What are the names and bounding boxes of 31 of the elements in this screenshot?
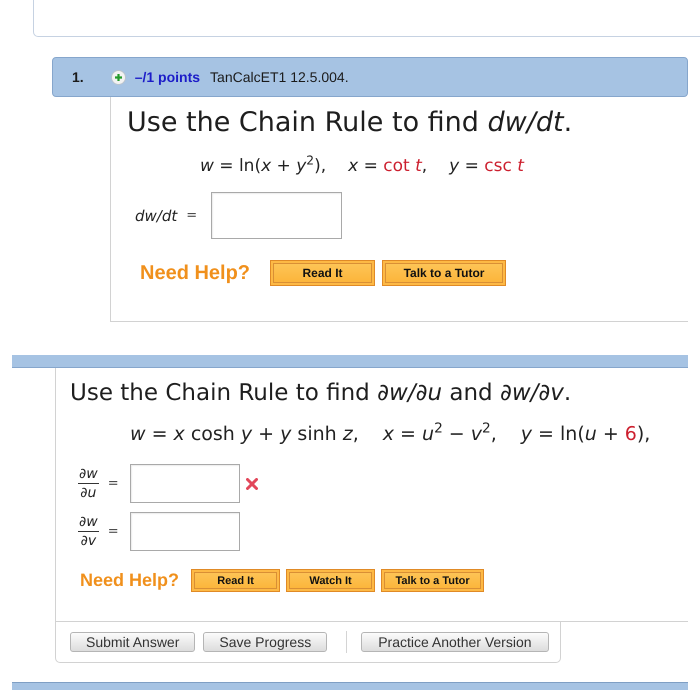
help-button[interactable]: Talk to a Tutor <box>382 260 506 286</box>
equation: x = cot t, <box>348 155 428 177</box>
action-button[interactable]: Submit Answer <box>70 632 196 652</box>
equation: w = x cosh y + y sinh z, <box>130 422 359 446</box>
answer-field[interactable] <box>211 192 342 239</box>
question-prompt: Use the Chain Rule to find ∂w/∂u and ∂w/∂v. <box>70 379 572 407</box>
fraction-label: ∂w ∂v <box>78 514 99 549</box>
help-button[interactable]: Read It <box>191 569 280 592</box>
plus-icon[interactable] <box>110 70 126 84</box>
question-source: TanCalcET1 12.5.004. <box>210 69 349 85</box>
equation: w = ln(x + y$^{2}$), <box>200 155 326 177</box>
help-button[interactable]: Read It <box>270 260 376 286</box>
equation: y = csc t <box>449 155 524 177</box>
need-help-label: Need Help? <box>140 262 250 284</box>
points-label: –/1 points <box>134 69 200 85</box>
equals-sign: = <box>108 476 119 491</box>
answer-field[interactable] <box>130 512 240 551</box>
equation: x = u$^{2}$ − v$^{2}$, <box>382 422 497 446</box>
answer-field[interactable] <box>130 464 240 503</box>
question-number: 1. <box>72 69 84 85</box>
equation: y = ln(u + 6), <box>520 422 650 446</box>
fraction-label: ∂w ∂u <box>78 466 99 501</box>
help-button[interactable]: Talk to a Tutor <box>381 569 484 592</box>
answer-label: dw/dt <box>135 206 178 224</box>
equals-sign: = <box>108 524 119 539</box>
equals-sign: = <box>186 208 198 223</box>
question-prompt: Use the Chain Rule to find dw/dt. <box>127 107 572 139</box>
practice-button[interactable]: Practice Another Version <box>361 632 549 652</box>
help-button[interactable]: Watch It <box>286 569 376 592</box>
need-help-label: Need Help? <box>80 570 180 591</box>
action-button[interactable]: Save Progress <box>203 632 328 652</box>
